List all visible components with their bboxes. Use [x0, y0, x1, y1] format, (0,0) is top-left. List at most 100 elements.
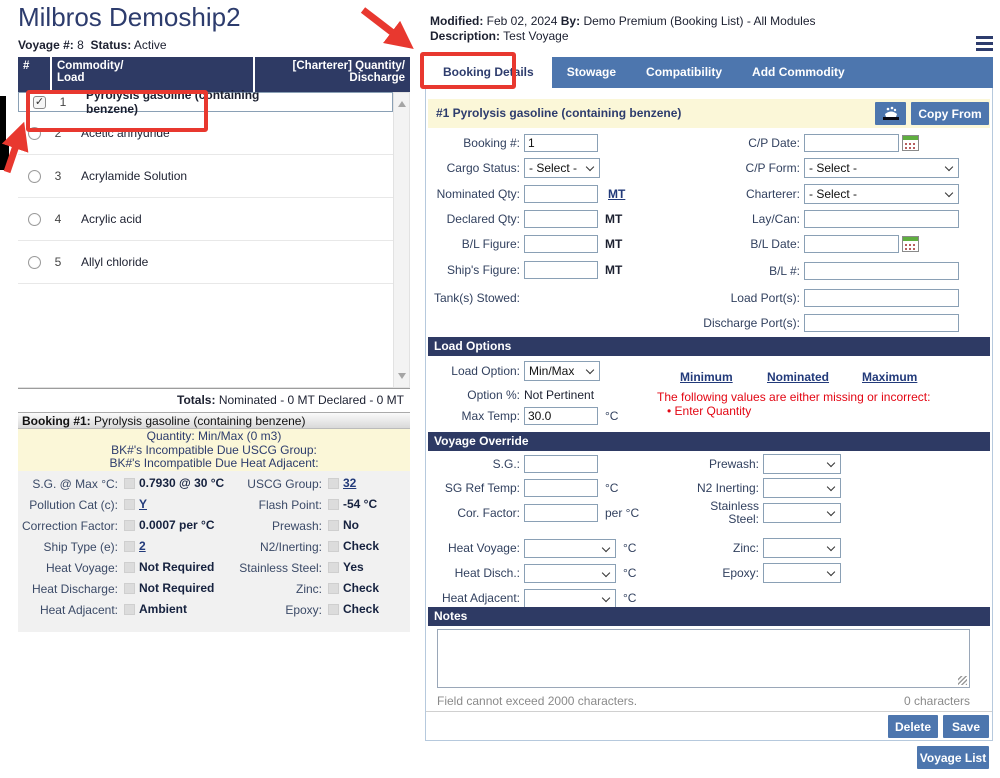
row-2-radio[interactable] [28, 127, 41, 140]
prop-heat-voyage: Heat Voyage:Not Required [20, 561, 232, 575]
prop-zinc: Zinc:Check [232, 582, 410, 596]
commodity-list: ✓ 1 Pyrolysis gasoline (containing benze… [18, 92, 393, 388]
nominated-qty-unit-link[interactable]: MT [608, 187, 625, 201]
nominated-qty-field: Nominated Qty: MT [428, 184, 625, 204]
cp-date-input[interactable] [804, 134, 899, 152]
voyage-number: 8 [77, 38, 84, 52]
col-header-number: # [18, 57, 50, 92]
heat-adjacent-combo[interactable] [524, 589, 616, 608]
row-5-radio[interactable] [28, 256, 41, 269]
bl-figure-input[interactable] [524, 235, 598, 253]
tab-compatibility[interactable]: Compatibility [631, 57, 737, 88]
row-5-commodity-name[interactable]: Allyl chloride [81, 255, 261, 269]
stainless-steel-field: Stainless Steel: [685, 503, 841, 523]
notes-header: Notes [428, 607, 990, 626]
cargo-status-select[interactable]: - Select - [524, 158, 600, 178]
heat-voyage-combo[interactable] [524, 539, 616, 558]
scroll-down-icon[interactable] [398, 373, 406, 379]
voyage-list-button[interactable]: Voyage List [917, 746, 989, 769]
col-nominated-link[interactable]: Nominated [767, 370, 829, 384]
chevron-down-icon [602, 593, 610, 601]
booking-summary-label: Booking #1: [22, 414, 91, 428]
row-3-commodity-name[interactable]: Acrylamide Solution [81, 169, 261, 183]
prop-indicator-icon [328, 499, 339, 510]
properties-left-column: S.G. @ Max °C:0.7930 @ 30 °C Pollution C… [20, 477, 232, 624]
notes-textarea[interactable] [437, 629, 970, 688]
ships-figure-field: Ship's Figure: MT [428, 260, 622, 280]
copy-from-button[interactable]: Copy From [911, 102, 989, 125]
commodity-row-4[interactable]: 4 Acrylic acid [18, 198, 393, 241]
scroll-up-icon[interactable] [398, 101, 406, 107]
col-maximum-link[interactable]: Maximum [862, 370, 917, 384]
bl-date-input[interactable] [804, 235, 899, 253]
prop-indicator-icon [328, 583, 339, 594]
delete-button[interactable]: Delete [888, 715, 938, 738]
row-4-radio[interactable] [28, 213, 41, 226]
cor-factor-input[interactable] [524, 504, 598, 522]
cargo-status-field: Cargo Status: - Select - [428, 158, 600, 178]
prop-indicator-icon [124, 520, 135, 531]
calendar-icon[interactable] [902, 135, 919, 151]
commodity-table-header: # Commodity/ Load [Charterer] Quantity/ … [18, 57, 410, 92]
load-option-select[interactable]: Min/Max [524, 361, 600, 381]
ships-figure-input[interactable] [524, 261, 598, 279]
sg-ref-temp-input[interactable] [524, 479, 598, 497]
cp-form-select[interactable]: - Select - [804, 158, 959, 178]
option-pct-value: Not Pertinent [524, 388, 594, 402]
wash-button[interactable] [875, 102, 906, 125]
stainless-steel-select[interactable] [763, 503, 841, 523]
prewash-select[interactable] [763, 454, 841, 474]
tab-add-commodity[interactable]: Add Commodity [737, 57, 860, 88]
commodity-row-3[interactable]: 3 Acrylamide Solution [18, 155, 393, 198]
n2-inerting-select[interactable] [763, 478, 841, 498]
annotation-black-mark [0, 142, 9, 170]
prop-indicator-icon [124, 541, 135, 552]
prop-indicator-icon [328, 562, 339, 573]
epoxy-select[interactable] [763, 563, 841, 583]
laycan-input[interactable] [804, 210, 959, 228]
voyage-status-line: Voyage #: 8 Status: Active [18, 38, 167, 52]
max-temp-field: Max Temp: °C [428, 406, 618, 426]
cp-form-field: C/P Form: - Select - [690, 158, 959, 178]
record-meta: Modified: Feb 02, 2024 By: Demo Premium … [430, 14, 816, 44]
charterer-select[interactable]: - Select - [804, 184, 959, 204]
commodity-row-2[interactable]: 2 Acetic anhydride [18, 112, 393, 155]
menu-icon[interactable] [976, 36, 993, 54]
prop-indicator-icon [124, 562, 135, 573]
discharge-ports-input[interactable] [804, 314, 959, 332]
row-2-commodity-name[interactable]: Acetic anhydride [81, 126, 261, 140]
resize-grip-icon[interactable] [958, 676, 967, 685]
declared-qty-input[interactable] [524, 210, 598, 228]
row-4-commodity-name[interactable]: Acrylic acid [81, 212, 261, 226]
zinc-select[interactable] [763, 538, 841, 558]
annotation-arrow-tab [363, 10, 406, 43]
cor-factor-field: Cor. Factor: per °C [428, 503, 639, 523]
heat-disch-field: Heat Disch.: °C [428, 563, 636, 583]
epoxy-field: Epoxy: [685, 563, 841, 583]
modified-value: Feb 02, 2024 [487, 14, 558, 28]
tab-booking-details[interactable]: Booking Details [425, 57, 552, 88]
commodity-row-1[interactable]: ✓ 1 Pyrolysis gasoline (containing benze… [18, 92, 393, 112]
nominated-qty-input[interactable] [524, 185, 598, 203]
description-value: Test Voyage [503, 29, 568, 43]
validation-error-item: • Enter Quantity [667, 404, 751, 418]
row-1-commodity-name[interactable]: Pyrolysis gasoline (containing benzene) [86, 88, 266, 116]
voyage-override-header: Voyage Override [428, 432, 990, 451]
load-ports-input[interactable] [804, 289, 959, 307]
charterer-field: Charterer: - Select - [690, 184, 959, 204]
commodity-row-5[interactable]: 5 Allyl chloride [18, 241, 393, 284]
status-label: Status: [91, 38, 132, 52]
sg-input[interactable] [524, 455, 598, 473]
booking-number-input[interactable] [524, 134, 598, 152]
tab-stowage[interactable]: Stowage [552, 57, 631, 88]
save-button[interactable]: Save [943, 715, 989, 738]
bl-number-input[interactable] [804, 262, 959, 280]
commodity-list-scrollbar[interactable] [393, 92, 410, 388]
row-1-selected-checkbox[interactable]: ✓ [33, 96, 46, 109]
row-3-radio[interactable] [28, 170, 41, 183]
max-temp-input[interactable] [524, 407, 598, 425]
calendar-icon[interactable] [902, 236, 919, 252]
prop-indicator-icon [124, 499, 135, 510]
col-minimum-link[interactable]: Minimum [680, 370, 733, 384]
heat-disch-combo[interactable] [524, 564, 616, 583]
